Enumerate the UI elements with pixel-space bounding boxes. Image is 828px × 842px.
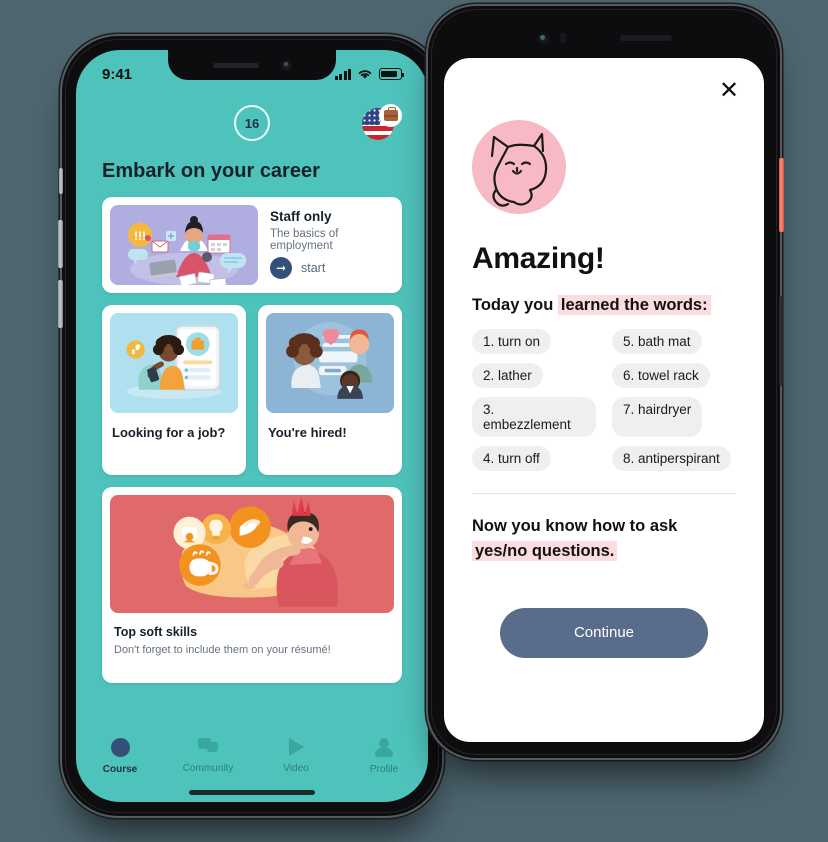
language-selector[interactable] (362, 104, 402, 144)
tab-label: Profile (369, 764, 399, 775)
arrow-right-icon: ➞ (270, 257, 292, 279)
right-phone-power-button[interactable] (779, 158, 784, 232)
person-icon (375, 738, 393, 757)
earpiece-speaker-icon (619, 35, 672, 41)
course-card-subtitle: The basics of employment (270, 228, 339, 252)
word-chip[interactable]: 1. turn on (472, 329, 552, 354)
promo-card-title: Top soft skills (114, 625, 198, 639)
learned-words-list: 1. turn on 5. bath mat 2. lather 6. towe… (472, 329, 736, 471)
course-card-title: You're hired! (268, 425, 347, 440)
streak-counter[interactable]: 16 (234, 105, 270, 141)
continue-button[interactable]: Continue (500, 607, 708, 658)
tab-label: Video (283, 763, 309, 774)
word-chip[interactable]: 7. hairdryer (612, 397, 703, 437)
course-card-staff-only[interactable]: !!! Staff only The basics of employment … (102, 197, 402, 293)
words-subheading-prefix: Today you (472, 296, 558, 314)
chat-bubbles-icon (198, 738, 218, 756)
right-phone-screen: ✕ Amazing! Today you learned the words: … (444, 58, 764, 742)
footer-line-2: yes/no questions. (472, 540, 618, 561)
word-chip[interactable]: 5. bath mat (612, 329, 702, 354)
left-phone-mute-switch[interactable] (59, 168, 63, 194)
start-button[interactable]: ➞ start (270, 257, 390, 285)
word-chip[interactable]: 2. lather (472, 363, 543, 388)
close-icon[interactable]: ✕ (716, 78, 742, 104)
course-card-title: Looking for a job? (112, 425, 226, 440)
tab-label: Course (102, 764, 138, 775)
top-soft-skills-illustration (110, 495, 394, 613)
streak-count-value: 16 (244, 115, 260, 131)
page-title: Embark on your career (102, 160, 320, 182)
battery-icon (379, 68, 405, 80)
footer-line-1: Now you know how to ask (472, 517, 678, 535)
tab-course[interactable]: Course (76, 738, 164, 775)
status-time: 9:41 (102, 65, 133, 83)
right-phone-mockup: ✕ Amazing! Today you learned the words: … (428, 6, 784, 758)
course-card-row: Looking for a job? You're hired! (102, 305, 402, 475)
course-card-title: Staff only (270, 209, 332, 224)
tab-video[interactable]: Video (252, 738, 340, 774)
section-divider (472, 493, 736, 494)
svg-text:!!!: !!! (134, 229, 146, 243)
tab-label: Community (182, 763, 234, 774)
staff-only-meta: Staff only The basics of employment ➞ st… (270, 205, 394, 285)
wifi-icon (358, 70, 372, 79)
word-chip[interactable]: 8. antiperspirant (612, 446, 731, 471)
tab-community[interactable]: Community (164, 738, 252, 774)
words-subheading-highlight: learned the words: (557, 295, 711, 315)
circle-icon (110, 738, 130, 757)
sensor-icon (559, 33, 566, 43)
word-chip[interactable]: 4. turn off (472, 446, 551, 471)
left-phone-volume-down[interactable] (58, 280, 63, 328)
front-camera-icon (536, 31, 550, 45)
left-phone-mockup: 9:41 16 Embark on your career !!! Staff … (58, 36, 446, 816)
lesson-summary-panel: ✕ Amazing! Today you learned the words: … (444, 58, 764, 742)
app-header: 16 (76, 90, 428, 156)
looking-for-a-job-illustration (110, 313, 238, 413)
page-title: Amazing! (472, 242, 605, 275)
words-subheading: Today you learned the words: (472, 295, 736, 315)
start-button-label: start (301, 261, 326, 275)
youre-hired-illustration (266, 313, 394, 413)
scene: 9:41 16 Embark on your career !!! Staff … (0, 0, 828, 842)
briefcase-icon (379, 104, 402, 127)
course-card-youre-hired[interactable]: You're hired! (258, 305, 402, 475)
word-chip[interactable]: 3. embezzlement (472, 397, 596, 437)
right-phone-volume-rocker[interactable] (779, 296, 783, 386)
course-card-list: !!! Staff only The basics of employment … (76, 197, 428, 683)
course-card-top-soft-skills[interactable]: Top soft skills Don't forget to include … (102, 487, 402, 683)
lesson-summary-footer: Now you know how to ask yes/no questions… (472, 514, 736, 564)
left-phone-volume-up[interactable] (58, 220, 63, 268)
status-indicators (334, 68, 405, 80)
tab-profile[interactable]: Profile (340, 738, 428, 775)
staff-only-illustration: !!! (110, 205, 258, 285)
left-phone-content: 16 Embark on your career !!! Staff only … (76, 90, 428, 802)
cellular-bars-icon (334, 68, 351, 80)
home-indicator (189, 790, 315, 795)
course-card-looking-for-a-job[interactable]: Looking for a job? (102, 305, 246, 475)
earpiece-speaker-icon (212, 62, 259, 68)
cat-avatar-icon (472, 120, 566, 214)
notch (168, 50, 336, 80)
word-chip[interactable]: 6. towel rack (612, 363, 710, 388)
left-phone-screen: 9:41 16 Embark on your career !!! Staff … (76, 50, 428, 802)
play-icon (288, 738, 304, 756)
front-camera-icon (280, 59, 292, 71)
right-phone-top-bezel (444, 18, 764, 58)
promo-card-subtitle: Don't forget to include them on your rés… (114, 644, 331, 656)
